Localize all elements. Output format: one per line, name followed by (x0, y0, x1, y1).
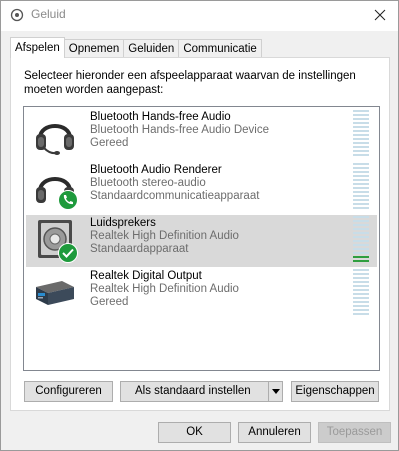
digital-output-icon (36, 281, 74, 305)
device-name: Bluetooth Hands-free Audio (90, 111, 231, 123)
volume-meter (353, 216, 369, 264)
instruction-text: Selecteer hieronder een afspeelapparaat … (24, 70, 356, 96)
set-default-label: Als standaard instellen (135, 385, 251, 397)
volume-meter (353, 163, 369, 211)
device-item-selected[interactable]: Luidsprekers Realtek High Definition Aud… (26, 215, 377, 267)
device-text: Luidsprekers Realtek High Definition Aud… (90, 217, 239, 256)
close-button[interactable] (368, 4, 392, 26)
tab-sounds[interactable]: Geluiden (123, 39, 180, 58)
device-status: Gereed (90, 137, 129, 149)
device-text: Bluetooth Hands-free Audio Bluetooth Han… (90, 111, 269, 150)
sound-dialog: Geluid Afspelen Opnemen Geluiden Communi… (0, 0, 399, 451)
device-status: Standaardcommunicatieapparaat (90, 190, 260, 202)
device-description: Realtek High Definition Audio (90, 283, 239, 295)
configure-button[interactable]: Configureren (24, 381, 113, 402)
device-status: Standaardapparaat (90, 243, 189, 255)
set-default-button[interactable]: Als standaard instellen (120, 381, 283, 402)
device-description: Bluetooth stereo-audio (90, 177, 206, 189)
ok-button[interactable]: OK (158, 422, 231, 443)
tab-playback[interactable]: Afspelen (10, 37, 65, 58)
device-name: Bluetooth Audio Renderer (90, 164, 222, 176)
device-description: Realtek High Definition Audio (90, 230, 239, 242)
properties-button[interactable]: Eigenschappen (291, 381, 379, 402)
speaker-app-icon (10, 8, 24, 22)
window-title: Geluid (31, 7, 66, 21)
set-default-dropdown[interactable] (268, 382, 282, 401)
device-item[interactable]: Bluetooth Audio Renderer Bluetooth stere… (26, 162, 377, 214)
title-bar: Geluid (1, 1, 398, 31)
device-name: Luidsprekers (90, 217, 156, 229)
volume-meter (353, 110, 369, 158)
device-status: Gereed (90, 296, 129, 308)
device-list[interactable]: Bluetooth Hands-free Audio Bluetooth Han… (23, 106, 380, 371)
device-name: Realtek Digital Output (90, 270, 202, 282)
device-text: Bluetooth Audio Renderer Bluetooth stere… (90, 164, 259, 203)
tab-communications[interactable]: Communicatie (178, 39, 262, 58)
device-item[interactable]: Bluetooth Hands-free Audio Bluetooth Han… (26, 109, 377, 161)
tab-recording[interactable]: Opnemen (63, 39, 125, 58)
check-badge-icon (58, 243, 78, 263)
tab-strip: Afspelen Opnemen Geluiden Communicatie (10, 37, 262, 58)
close-icon (374, 9, 386, 21)
playback-panel: Selecteer hieronder een afspeelapparaat … (10, 57, 390, 411)
device-text: Realtek Digital Output Realtek High Defi… (90, 270, 239, 309)
headset-icon (36, 124, 74, 155)
chevron-down-icon (271, 389, 280, 394)
volume-meter (353, 269, 369, 317)
apply-button[interactable]: Toepassen (318, 422, 391, 443)
phone-badge-icon (58, 190, 78, 210)
device-item[interactable]: Realtek Digital Output Realtek High Defi… (26, 268, 377, 320)
device-description: Bluetooth Hands-free Audio Device (90, 124, 269, 136)
cancel-button[interactable]: Annuleren (238, 422, 311, 443)
